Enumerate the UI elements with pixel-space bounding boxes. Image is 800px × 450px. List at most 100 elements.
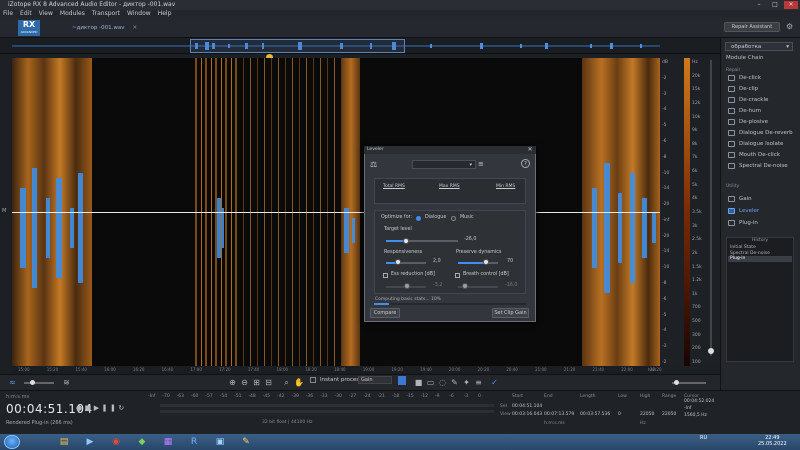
ess-reduction-value[interactable]: -3,2: [433, 283, 442, 288]
folder-icon[interactable]: ▤: [54, 435, 74, 449]
breath-control-knob[interactable]: [462, 283, 468, 289]
help-icon[interactable]: ?: [521, 159, 530, 168]
zoom-tool-icon[interactable]: ⌕: [282, 378, 291, 387]
start-button[interactable]: [4, 435, 20, 449]
pencil-tool-icon[interactable]: ✓: [490, 378, 499, 387]
meter-tick: -63: [176, 394, 185, 399]
opacity-slider[interactable]: [24, 382, 54, 384]
module-item[interactable]: De-plosive: [728, 118, 768, 127]
close-window-button[interactable]: ✕: [784, 1, 798, 9]
module-chain-button[interactable]: Module Chain: [726, 55, 763, 61]
close-icon[interactable]: ✕: [526, 147, 534, 153]
zoom-out-icon[interactable]: ⊖: [240, 378, 249, 387]
preserve-dynamics-value[interactable]: 70: [507, 259, 513, 264]
instant-mode-select[interactable]: Gain: [358, 376, 392, 384]
zoom-in-icon[interactable]: ⊕: [228, 378, 237, 387]
module-item[interactable]: Dialogue Isolate: [728, 140, 783, 149]
view-high[interactable]: 22050: [640, 412, 654, 417]
paint-icon[interactable]: ✎: [236, 435, 256, 449]
waveform-view-icon[interactable]: ≈: [8, 378, 17, 387]
vertical-zoom-knob[interactable]: [708, 348, 714, 354]
magic-wand-icon[interactable]: ✦: [462, 378, 471, 387]
play-icon[interactable]: ▶: [94, 404, 102, 412]
maximize-button[interactable]: □: [768, 1, 782, 9]
breath-control-value[interactable]: -16,0: [505, 283, 517, 288]
breath-control-checkbox[interactable]: [455, 273, 460, 278]
menu-window[interactable]: Window: [127, 10, 151, 17]
spectrogram-settings-icon[interactable]: ≋: [62, 378, 71, 387]
module-item[interactable]: Plug-in: [728, 219, 758, 228]
stop-button-icon[interactable]: ■: [85, 404, 94, 412]
menu-file[interactable]: File: [3, 10, 13, 17]
preset-menu-icon[interactable]: ≡: [478, 160, 484, 168]
selection-format: h:m:s.ms: [544, 421, 565, 426]
view-range[interactable]: 22050: [662, 412, 676, 417]
app-grid-icon[interactable]: ▦: [158, 435, 178, 449]
module-item[interactable]: De-crackle: [728, 96, 768, 105]
responsiveness-value[interactable]: 2,0: [433, 259, 441, 264]
preset-select[interactable]: ▾: [412, 160, 476, 169]
module-item[interactable]: Mouth De-click: [728, 151, 780, 160]
stop-icon[interactable]: ■: [414, 378, 423, 387]
lasso-tool-icon[interactable]: ◌: [438, 378, 447, 387]
language-indicator[interactable]: RU: [700, 435, 707, 441]
zoom-slider-knob[interactable]: [674, 380, 679, 385]
computing-status: Computing basic stats... 10%: [375, 297, 441, 302]
ess-reduction-knob[interactable]: [404, 283, 410, 289]
view-low[interactable]: 0: [618, 412, 621, 417]
preserve-dynamics-knob[interactable]: [483, 259, 489, 265]
dialogue-radio[interactable]: [416, 216, 421, 221]
repair-assistant-button[interactable]: Repair Assistant: [724, 22, 780, 32]
menu-edit[interactable]: Edit: [20, 10, 32, 17]
responsiveness-knob[interactable]: [395, 259, 401, 265]
module-item[interactable]: Leveler: [728, 207, 759, 216]
meter-tick: 0: [478, 394, 481, 399]
module-item[interactable]: Gain: [728, 195, 752, 204]
opacity-slider-knob[interactable]: [30, 380, 35, 385]
loop-icon[interactable]: ↻: [118, 404, 126, 412]
menu-view[interactable]: View: [39, 10, 53, 17]
zoom-selection-icon[interactable]: ⊞: [252, 378, 261, 387]
app-icon[interactable]: ◆: [132, 435, 152, 449]
zoom-fit-icon[interactable]: ⊟: [264, 378, 273, 387]
menu-transport[interactable]: Transport: [92, 10, 120, 17]
file-tab[interactable]: ~диктор -001.wav ✕: [72, 24, 172, 32]
system-clock[interactable]: 22:49 25.05.2022: [758, 435, 787, 447]
menu-help[interactable]: Help: [158, 10, 172, 17]
music-radio[interactable]: [451, 216, 456, 221]
chrome-icon[interactable]: ◉: [106, 435, 126, 449]
target-level-value[interactable]: -26,0: [464, 237, 476, 242]
media-player-icon[interactable]: ▶: [80, 435, 100, 449]
overview-view-window[interactable]: [190, 39, 405, 53]
module-item[interactable]: De-clip: [728, 85, 758, 94]
brush-tool-icon[interactable]: ✎: [450, 378, 459, 387]
harmonic-select-icon[interactable]: ≡: [474, 378, 483, 387]
module-item[interactable]: Spectral De-noise: [728, 162, 788, 171]
vertical-zoom-track[interactable]: [710, 60, 712, 356]
instant-process-checkbox[interactable]: [310, 377, 316, 383]
gear-icon[interactable]: ⚙: [786, 22, 793, 31]
hand-tool-icon[interactable]: ✋: [294, 378, 304, 387]
window-icon[interactable]: ▣: [210, 435, 230, 449]
view-start[interactable]: 00:03:16.043: [512, 412, 542, 417]
select-tool-icon[interactable]: ▭: [426, 378, 435, 387]
rx-taskbar-icon[interactable]: R: [184, 435, 204, 449]
module-item[interactable]: Dialogue De-reverb: [728, 129, 793, 138]
record-icon[interactable]: ●: [76, 404, 85, 412]
set-clip-gain-button[interactable]: Set Clip Gain: [492, 308, 529, 318]
compare-button[interactable]: Compare: [370, 308, 400, 318]
view-end[interactable]: 00:07:13.579: [544, 412, 574, 417]
ess-reduction-checkbox[interactable]: [383, 273, 388, 278]
module-preset-select[interactable]: обработка ▾: [725, 42, 793, 51]
close-tab-icon[interactable]: ✕: [132, 25, 137, 31]
history-item[interactable]: Plug-in: [728, 256, 792, 262]
module-item[interactable]: De-click: [728, 74, 761, 83]
menu-modules[interactable]: Modules: [60, 10, 85, 17]
view-length[interactable]: 00:03:57.536: [580, 412, 610, 417]
module-item[interactable]: De-hum: [728, 107, 761, 116]
play-selection-button[interactable]: [398, 376, 406, 385]
minimize-button[interactable]: –: [752, 1, 766, 9]
pause-icon[interactable]: ❚❚: [102, 404, 119, 412]
sel-start[interactable]: 00:04:51.104: [512, 404, 542, 409]
time-format[interactable]: h:m:s.ms: [6, 394, 29, 400]
